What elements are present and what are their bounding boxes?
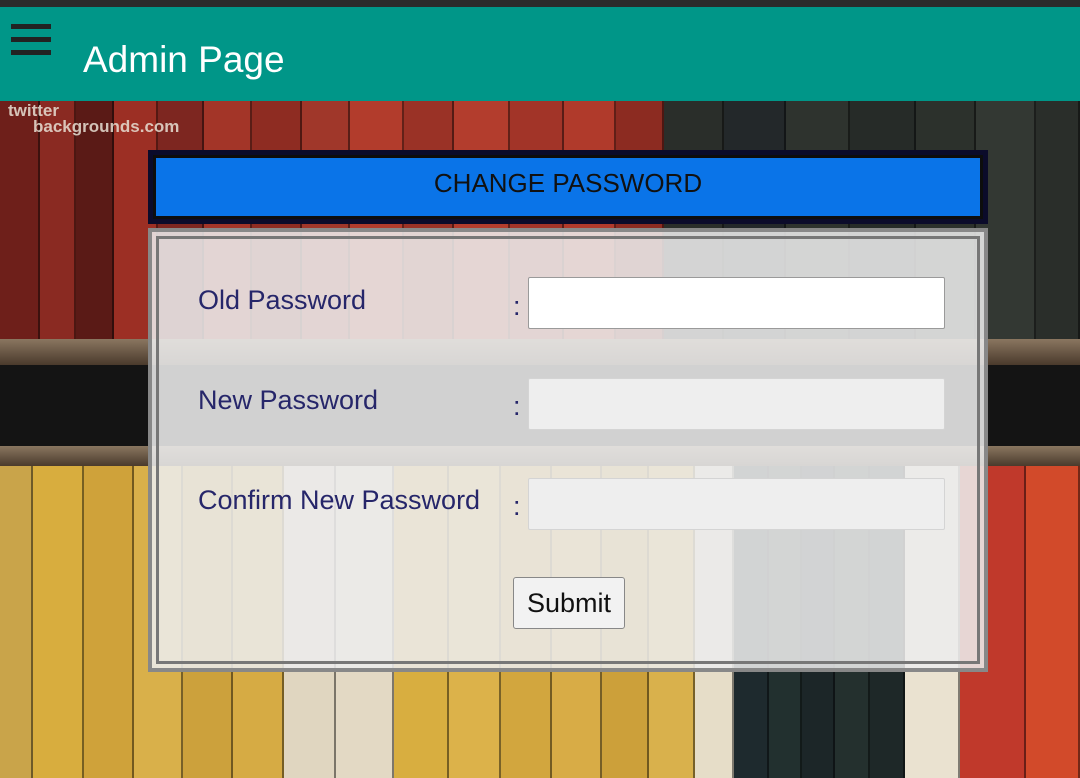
page-title: Admin Page [83, 39, 285, 80]
status-bar [0, 0, 1080, 7]
confirm-password-colon: : [513, 491, 521, 521]
confirm-password-label: Confirm New Password [198, 485, 481, 515]
hamburger-menu-icon[interactable] [11, 24, 51, 58]
new-password-label: New Password [198, 385, 379, 415]
change-password-header: CHANGE PASSWORD [148, 150, 988, 224]
old-password-input[interactable] [528, 277, 945, 329]
confirm-password-input[interactable] [528, 478, 945, 530]
submit-button[interactable]: Submit [513, 577, 625, 629]
watermark-text: twitter backgrounds.com [8, 101, 180, 136]
change-password-form: Old Password : New Password : Confirm Ne… [148, 228, 988, 672]
old-password-colon: : [513, 291, 521, 321]
app-bar: Admin Page [0, 7, 1080, 101]
panel-title: CHANGE PASSWORD [433, 168, 703, 198]
old-password-label: Old Password [198, 285, 367, 315]
new-password-colon: : [513, 391, 521, 421]
new-password-input[interactable] [528, 378, 945, 430]
